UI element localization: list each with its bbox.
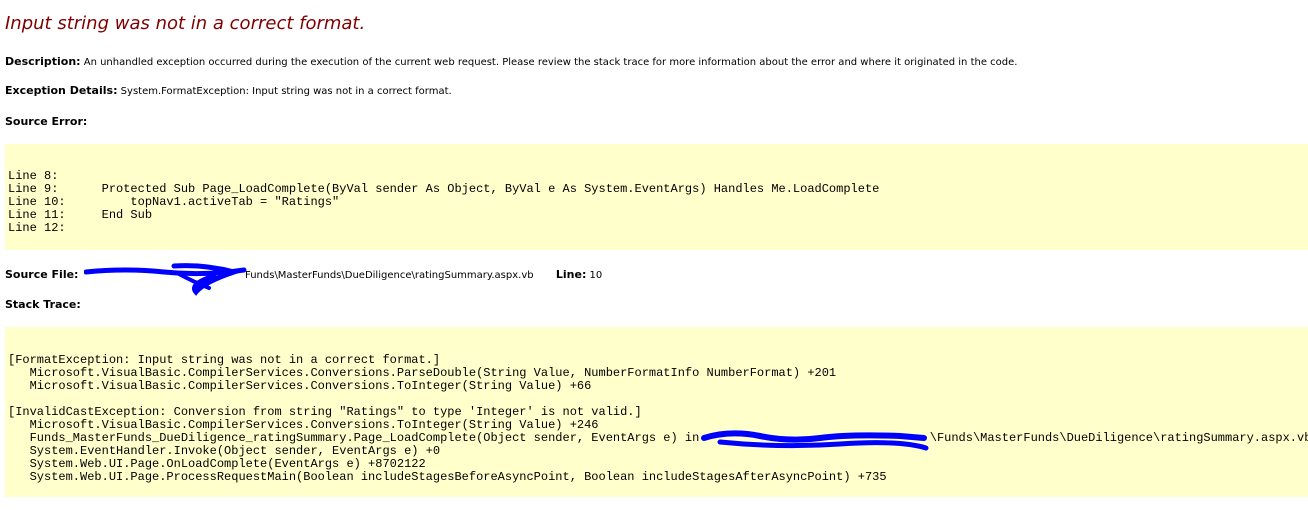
stack-line: Microsoft.VisualBasic.CompilerServices.C… [8,379,592,393]
stack-trace-heading: Stack Trace: [5,298,81,311]
description: Description: An unhandled exception occu… [5,55,1017,68]
exception-details: Exception Details: System.FormatExceptio… [5,84,452,97]
source-line-number: 10 [589,270,603,281]
description-label: Description: [5,55,81,68]
description-text: An unhandled exception occurred during t… [83,57,1018,68]
stack-trace-box: [FormatException: Input string was not i… [5,327,1308,497]
exception-details-label: Exception Details: [5,84,118,97]
redaction-scribble-source-path [84,263,247,296]
stack-line: System.Web.UI.Page.ProcessRequestMain(Bo… [8,470,887,484]
exception-details-text: System.FormatException: Input string was… [120,86,452,97]
source-error-label: Source Error: [5,115,88,128]
source-file-path-line: Funds\MasterFunds\DueDiligence\ratingSum… [245,268,602,281]
source-file: Source File: [5,268,78,281]
source-file-label: Source File: [5,268,79,281]
page-title: Input string was not in a correct format… [5,13,366,34]
redaction-scribble-stack-path [701,430,929,451]
stack-trace-label: Stack Trace: [5,298,81,311]
source-line-12: Line 12: [8,221,66,235]
source-file-path: Funds\MasterFunds\DueDiligence\ratingSum… [245,270,534,281]
source-line-label: Line: [555,268,587,281]
source-error-heading: Source Error: [5,115,87,128]
source-error-box: Line 8: Line 9: Protected Sub Page_LoadC… [5,144,1308,250]
